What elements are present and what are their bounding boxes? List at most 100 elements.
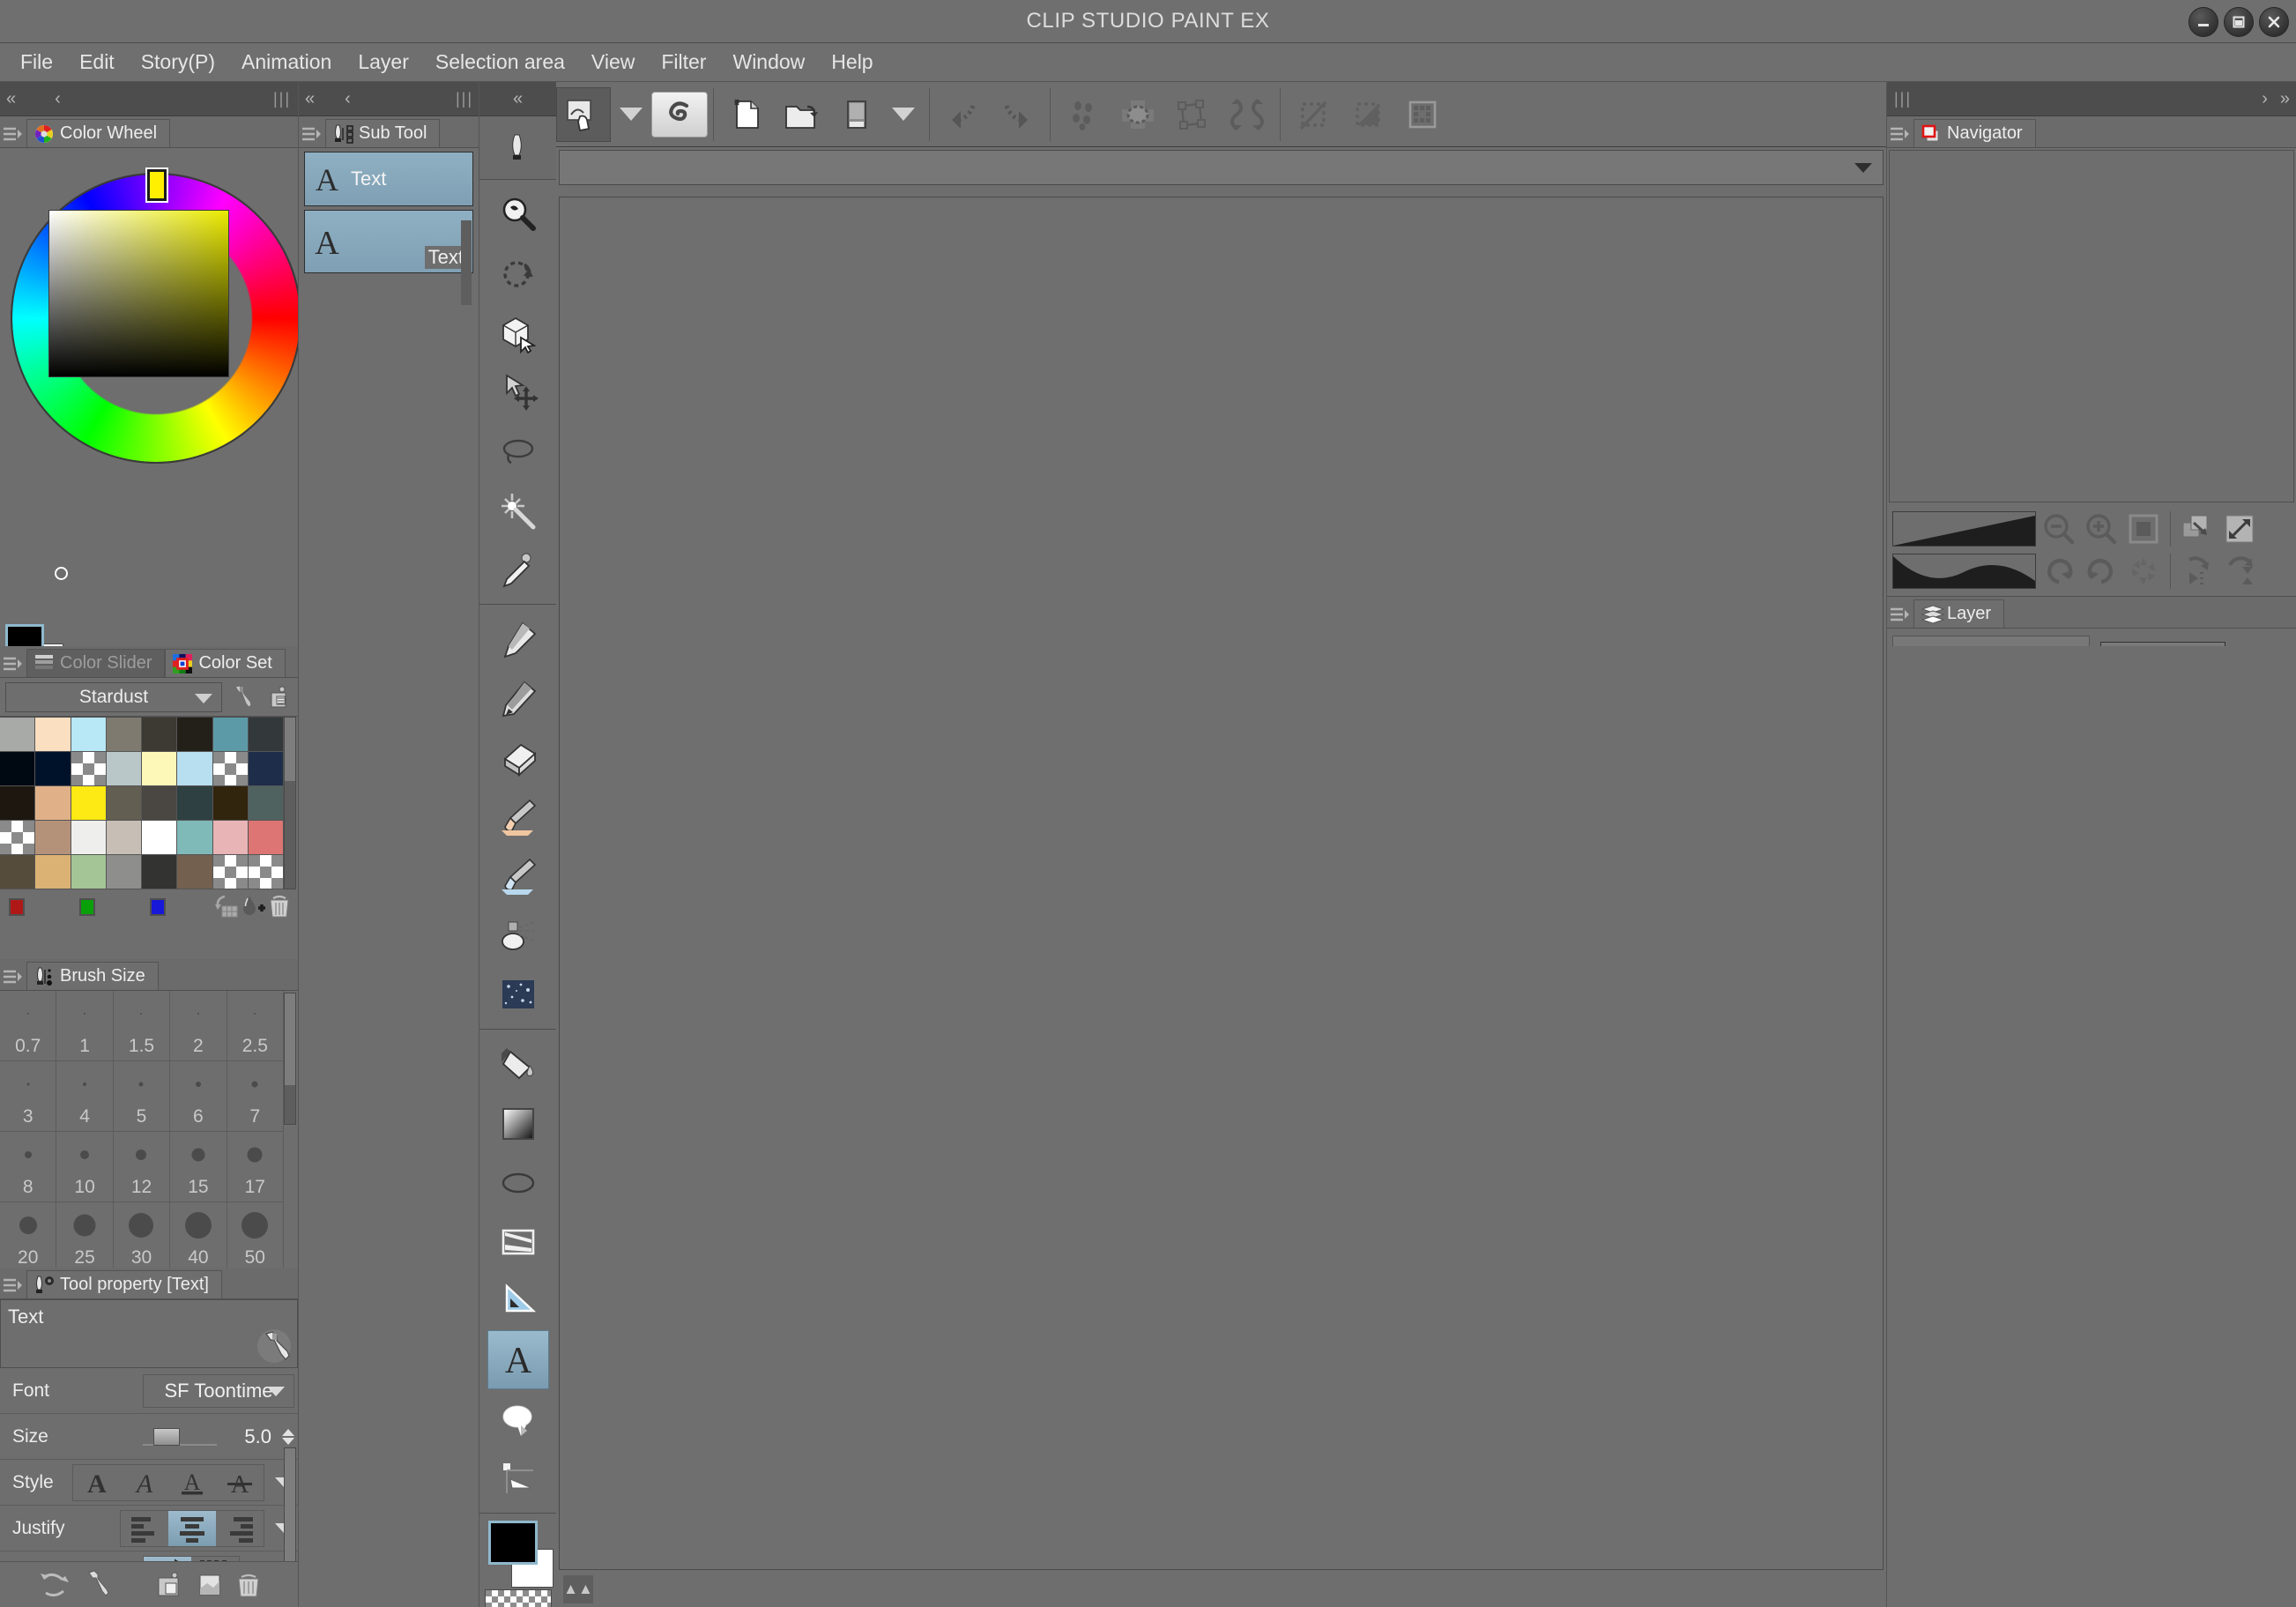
panel-menu-icon[interactable] — [0, 651, 26, 677]
color-swatch[interactable] — [106, 752, 142, 786]
rotate-left-icon[interactable] — [2040, 552, 2078, 591]
color-swatch[interactable] — [35, 786, 71, 821]
expand-right-icon[interactable]: › — [2255, 90, 2274, 108]
lasso-select-tool[interactable] — [487, 421, 549, 480]
clear-icon[interactable] — [1056, 87, 1111, 142]
color-swatch[interactable] — [0, 786, 36, 821]
tab-color-set[interactable]: Color Set — [165, 649, 286, 677]
hue-marker[interactable] — [147, 169, 167, 201]
color-swatch[interactable] — [106, 821, 142, 855]
watercolor-tool[interactable] — [487, 846, 549, 905]
panel-menu-icon[interactable] — [0, 1272, 26, 1298]
color-swatch[interactable] — [177, 855, 213, 889]
color-swatch[interactable] — [106, 786, 142, 821]
color-swatch[interactable] — [35, 718, 71, 752]
save-icon[interactable] — [828, 87, 883, 142]
scale-rotate-icon[interactable] — [1165, 87, 1220, 142]
collapse-left-icon[interactable]: ‹ — [48, 90, 67, 108]
redo-icon[interactable] — [990, 87, 1044, 142]
text-tool[interactable]: A — [487, 1330, 549, 1389]
new-file-icon[interactable] — [719, 87, 774, 142]
color-swatch[interactable] — [106, 718, 142, 752]
font-select[interactable]: SF Toontime — [143, 1373, 294, 1408]
tab-brush-size[interactable]: Brush Size — [26, 962, 159, 990]
color-swatch[interactable] — [248, 786, 284, 821]
color-swatch[interactable] — [71, 752, 107, 786]
zoom-in-icon[interactable] — [2082, 510, 2121, 548]
color-swatch[interactable] — [142, 752, 178, 786]
color-swatch[interactable] — [35, 855, 71, 889]
color-swatch[interactable] — [212, 786, 249, 821]
size-slider-knob[interactable] — [153, 1427, 180, 1446]
panel-menu-icon[interactable] — [1887, 601, 1913, 628]
transparent-swatch[interactable] — [485, 1589, 552, 1607]
zoom-out-icon[interactable] — [2040, 510, 2078, 548]
actual-size-icon[interactable] — [2220, 510, 2259, 548]
eyedropper-tool[interactable] — [487, 539, 549, 599]
drag-grip-icon[interactable]: ||| — [1894, 91, 1912, 107]
brush-size-cell[interactable]: 7 — [227, 1061, 284, 1132]
balloon-tool[interactable] — [487, 1389, 549, 1448]
expand-bottom-panel-icon[interactable]: ▲▲ — [563, 1575, 593, 1603]
replace-color-icon[interactable] — [213, 892, 240, 922]
color-swatch[interactable] — [35, 752, 71, 786]
undo-icon[interactable] — [935, 87, 990, 142]
color-swatch[interactable] — [71, 821, 107, 855]
color-swatch[interactable] — [71, 855, 107, 889]
brush-size-cell[interactable]: 5 — [113, 1061, 171, 1132]
brush-size-cell[interactable]: 8 — [0, 1132, 57, 1202]
brush-size-cell[interactable]: 40 — [170, 1202, 227, 1273]
minimize-icon[interactable] — [2188, 7, 2218, 37]
align-center-icon[interactable] — [168, 1510, 216, 1546]
tool-palette-gripbar[interactable]: « — [479, 82, 556, 116]
eraser-tool[interactable] — [487, 728, 549, 787]
menu-filter[interactable]: Filter — [648, 47, 719, 78]
color-swatch[interactable] — [212, 855, 249, 889]
bold-icon[interactable]: A — [73, 1464, 121, 1500]
ruler-tool[interactable] — [487, 1271, 549, 1330]
new-preset-icon[interactable] — [196, 1571, 224, 1599]
color-swatch[interactable] — [0, 821, 36, 855]
tab-sub-tool[interactable]: Sub Tool — [325, 119, 441, 147]
move-tool[interactable] — [487, 362, 549, 421]
zoom-tool[interactable] — [487, 185, 549, 244]
sub-tool-gripbar[interactable]: « ‹ ||| — [299, 82, 479, 116]
ellipse-tool[interactable] — [487, 1153, 549, 1212]
decoration-tool[interactable] — [487, 964, 549, 1023]
flip-horizontal-icon[interactable] — [2178, 552, 2217, 591]
sub-tool-item-text[interactable]: A Text — [304, 152, 473, 206]
color-swatch[interactable] — [248, 718, 284, 752]
collapse-tool-palette-icon[interactable]: « — [507, 90, 529, 108]
color-swatch[interactable] — [212, 821, 249, 855]
canvas-viewport[interactable] — [559, 197, 1884, 1570]
left-dock-gripbar[interactable]: « ‹ ||| — [0, 82, 298, 116]
color-swatch[interactable] — [142, 786, 178, 821]
menu-help[interactable]: Help — [818, 47, 886, 78]
align-right-icon[interactable] — [216, 1510, 264, 1546]
pencil-tool[interactable] — [487, 669, 549, 728]
color-swatch[interactable] — [0, 718, 36, 752]
airbrush-tool[interactable] — [487, 905, 549, 964]
fit-screen-icon[interactable] — [2124, 510, 2163, 548]
color-swatch[interactable] — [177, 821, 213, 855]
tab-layer[interactable]: Layer — [1913, 599, 2005, 628]
size-value[interactable]: 5.0 — [222, 1425, 271, 1448]
select-all-icon[interactable] — [1220, 87, 1274, 142]
reset-rotate-icon[interactable] — [2124, 552, 2163, 591]
color-swatch[interactable] — [248, 855, 284, 889]
zoom-slider[interactable] — [1892, 511, 2036, 547]
brush-size-cell[interactable]: 15 — [170, 1132, 227, 1202]
brush-size-cell[interactable]: 50 — [227, 1202, 284, 1273]
brush-size-cell[interactable]: 2.5 — [227, 991, 284, 1061]
wrench-icon[interactable] — [256, 1328, 292, 1364]
brush-size-cell[interactable]: 2 — [170, 991, 227, 1061]
rotate-tool[interactable] — [487, 244, 549, 303]
menu-story[interactable]: Story(P) — [128, 47, 228, 78]
add-color-icon[interactable] — [240, 892, 266, 922]
brush-size-cell[interactable]: 6 — [170, 1061, 227, 1132]
move-3d-tool[interactable] — [487, 303, 549, 362]
collapse-all-left-icon[interactable]: « — [0, 90, 22, 108]
menu-window[interactable]: Window — [719, 47, 818, 78]
clip-studio-icon[interactable] — [651, 91, 708, 138]
color-swatch-grid[interactable] — [0, 717, 284, 889]
